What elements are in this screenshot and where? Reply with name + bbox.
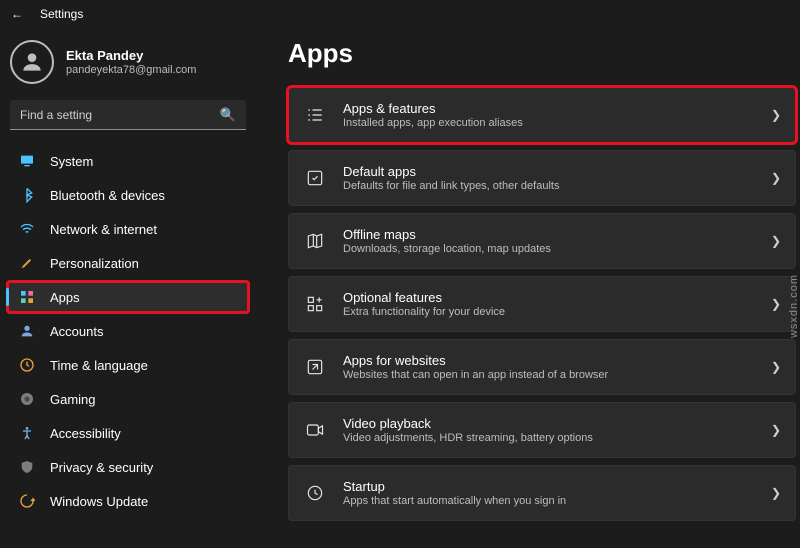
profile-block[interactable]: Ekta Pandey pandeyekta78@gmail.com [0,34,256,100]
sidebar-item-apps[interactable]: Apps [6,280,250,314]
window-title: Settings [40,7,83,21]
list-icon [303,105,327,125]
card-text: Offline maps Downloads, storage location… [343,227,771,255]
wifi-icon [18,221,36,237]
card-title: Optional features [343,290,771,305]
card-title: Default apps [343,164,771,179]
sidebar-item-system[interactable]: System [0,144,256,178]
sidebar-item-gaming[interactable]: Gaming [0,382,256,416]
accessibility-icon [18,425,36,441]
sidebar-item-time[interactable]: Time & language [0,348,256,382]
sidebar-item-personalization[interactable]: Personalization [0,246,256,280]
sidebar-item-privacy[interactable]: Privacy & security [0,450,256,484]
card-offline-maps[interactable]: Offline maps Downloads, storage location… [288,213,796,269]
card-text: Video playback Video adjustments, HDR st… [343,416,771,444]
bluetooth-icon [18,187,36,203]
plus-grid-icon [303,294,327,314]
card-text: Apps for websites Websites that can open… [343,353,771,381]
nav-label: Personalization [50,256,139,271]
card-title: Startup [343,479,771,494]
clock-icon [18,357,36,373]
page-title: Apps [288,38,796,69]
profile-name: Ekta Pandey [66,48,196,63]
chevron-right-icon: ❯ [771,423,781,437]
person-icon [19,49,45,75]
chevron-right-icon: ❯ [771,171,781,185]
card-apps-features[interactable]: Apps & features Installed apps, app exec… [288,87,796,143]
back-button[interactable]: ← [8,7,26,21]
nav-label: Privacy & security [50,460,153,475]
nav-label: Windows Update [50,494,148,509]
card-title: Offline maps [343,227,771,242]
card-default-apps[interactable]: Default apps Defaults for file and link … [288,150,796,206]
sidebar-item-accounts[interactable]: Accounts [0,314,256,348]
card-subtitle: Extra functionality for your device [343,306,771,318]
sidebar-item-bluetooth[interactable]: Bluetooth & devices [0,178,256,212]
brush-icon [18,255,36,271]
chevron-right-icon: ❯ [771,360,781,374]
card-text: Default apps Defaults for file and link … [343,164,771,192]
card-text: Optional features Extra functionality fo… [343,290,771,318]
chevron-right-icon: ❯ [771,234,781,248]
nav-label: Gaming [50,392,96,407]
search-box[interactable]: 🔍 [10,100,246,130]
apps-icon [18,289,36,305]
card-subtitle: Installed apps, app execution aliases [343,117,771,129]
card-title: Apps for websites [343,353,771,368]
map-icon [303,231,327,251]
card-subtitle: Downloads, storage location, map updates [343,243,771,255]
video-icon [303,420,327,440]
sidebar-item-network[interactable]: Network & internet [0,212,256,246]
card-optional-features[interactable]: Optional features Extra functionality fo… [288,276,796,332]
card-subtitle: Video adjustments, HDR streaming, batter… [343,432,771,444]
defaults-icon [303,168,327,188]
startup-icon [303,483,327,503]
nav-list: System Bluetooth & devices Network & int… [0,144,256,548]
card-text: Apps & features Installed apps, app exec… [343,101,771,129]
sidebar-item-update[interactable]: Windows Update [0,484,256,518]
nav-label: Accounts [50,324,103,339]
avatar [10,40,54,84]
shield-icon [18,459,36,475]
card-title: Apps & features [343,101,771,116]
nav-label: Network & internet [50,222,157,237]
card-text: Startup Apps that start automatically wh… [343,479,771,507]
card-subtitle: Websites that can open in an app instead… [343,369,771,381]
nav-label: Apps [50,290,80,305]
card-apps-websites[interactable]: Apps for websites Websites that can open… [288,339,796,395]
watermark: wsxdn.com [788,274,800,338]
link-icon [303,357,327,377]
gaming-icon [18,391,36,407]
system-icon [18,153,36,169]
card-subtitle: Apps that start automatically when you s… [343,495,771,507]
search-input[interactable] [20,108,220,122]
search-icon: 🔍 [220,107,236,123]
nav-label: System [50,154,93,169]
title-bar: ← Settings [0,0,800,28]
profile-text: Ekta Pandey pandeyekta78@gmail.com [66,48,196,76]
card-title: Video playback [343,416,771,431]
chevron-right-icon: ❯ [771,297,781,311]
content-area: Apps Apps & features Installed apps, app… [256,28,800,548]
update-icon [18,493,36,509]
chevron-right-icon: ❯ [771,108,781,122]
accounts-icon [18,323,36,339]
nav-label: Bluetooth & devices [50,188,165,203]
sidebar: Ekta Pandey pandeyekta78@gmail.com 🔍 Sys… [0,28,256,548]
main-layout: Ekta Pandey pandeyekta78@gmail.com 🔍 Sys… [0,28,800,548]
card-subtitle: Defaults for file and link types, other … [343,180,771,192]
nav-label: Time & language [50,358,148,373]
card-startup[interactable]: Startup Apps that start automatically wh… [288,465,796,521]
card-video-playback[interactable]: Video playback Video adjustments, HDR st… [288,402,796,458]
nav-label: Accessibility [50,426,121,441]
sidebar-item-accessibility[interactable]: Accessibility [0,416,256,450]
profile-email: pandeyekta78@gmail.com [66,64,196,76]
chevron-right-icon: ❯ [771,486,781,500]
